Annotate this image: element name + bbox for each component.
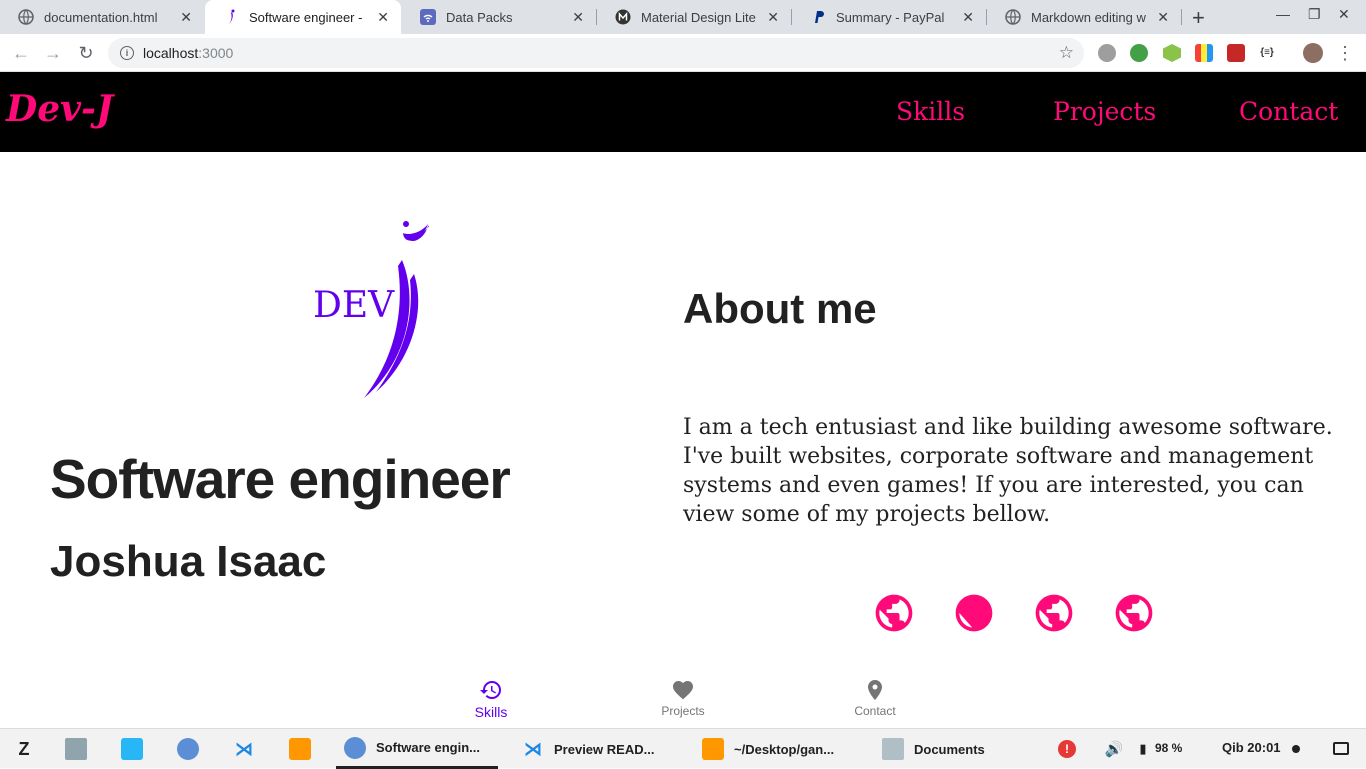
vscode-icon: ⋊	[524, 738, 542, 759]
close-window-icon[interactable]: ✕	[1338, 6, 1350, 23]
globe-icon	[18, 9, 34, 25]
globe-link-icon[interactable]	[1032, 591, 1076, 635]
globe-link-icon[interactable]	[952, 591, 996, 635]
close-tab-icon[interactable]: ✕	[1157, 9, 1169, 26]
software-store-icon[interactable]	[121, 738, 143, 760]
extension-gear-icon[interactable]	[1098, 44, 1116, 62]
menu-kebab-icon[interactable]: ⋮	[1332, 40, 1358, 66]
dev-logo: DEV	[313, 221, 429, 398]
site-brand[interactable]: Dev-J	[6, 88, 113, 130]
tab-material-design-lite[interactable]: Material Design Lite ✕	[597, 0, 791, 34]
nav-contact[interactable]: Contact	[1239, 97, 1338, 126]
close-tab-icon[interactable]: ✕	[180, 9, 192, 26]
json-extension-icon[interactable]: {≡}	[1258, 44, 1276, 62]
red-extension-icon[interactable]	[1227, 44, 1245, 62]
close-tab-icon[interactable]: ✕	[377, 9, 389, 26]
minimize-icon[interactable]: —	[1276, 6, 1290, 22]
material-m-icon	[615, 9, 631, 25]
globe-link-icon[interactable]	[872, 591, 916, 635]
os-taskbar: Z ⋊ Software engin... ⋊ Preview READ... …	[0, 728, 1366, 769]
vscode-icon[interactable]: ⋊	[233, 738, 255, 760]
role-heading: Software engineer	[50, 448, 511, 510]
location-pin-icon	[868, 680, 882, 700]
about-paragraph: I am a tech entusiast and like building …	[683, 415, 1333, 527]
folder-icon	[882, 738, 904, 760]
zorin-menu-icon[interactable]: Z	[13, 738, 35, 760]
browser-toolbar: ← → ↻ i localhost:3000 ☆ {≡} ⋮	[0, 34, 1366, 72]
battery-icon[interactable]: ▮	[1132, 738, 1154, 760]
taskbar-app-sublime[interactable]: ~/Desktop/gan...	[702, 729, 862, 769]
sublime-icon[interactable]	[289, 738, 311, 760]
back-arrow-icon[interactable]: ←	[8, 40, 34, 66]
files-icon[interactable]	[65, 738, 87, 760]
close-tab-icon[interactable]: ✕	[572, 9, 584, 26]
bottom-nav-contact-label: Contact	[854, 704, 896, 718]
globe-link-icon[interactable]	[1112, 591, 1156, 635]
bottom-nav-projects[interactable]: Projects	[623, 678, 743, 722]
battery-percent: 98 %	[1155, 741, 1183, 755]
volume-icon[interactable]: 🔊	[1103, 738, 1125, 760]
name-heading: Joshua Isaac	[50, 537, 327, 586]
dev-logo-icon	[223, 9, 239, 25]
taskbar-app-vscode[interactable]: ⋊ Preview READ...	[522, 729, 682, 769]
nodejs-extension-icon[interactable]	[1163, 44, 1181, 62]
show-desktop-icon[interactable]	[1333, 742, 1349, 755]
notification-dot	[1292, 745, 1300, 753]
tab-data-packs[interactable]: Data Packs ✕	[402, 0, 596, 34]
heart-icon	[673, 681, 693, 700]
sublime-icon	[702, 738, 724, 760]
browser-tab-strip: documentation.html ✕ Software engineer -…	[0, 0, 1366, 34]
bottom-nav-projects-label: Projects	[661, 704, 705, 718]
about-heading: About me	[683, 285, 877, 332]
bookmark-star-icon[interactable]: ☆	[1059, 43, 1074, 63]
logo-text: DEV	[313, 285, 395, 326]
paypal-icon	[810, 9, 826, 25]
nav-projects[interactable]: Projects	[1053, 97, 1156, 126]
profile-avatar[interactable]	[1303, 43, 1323, 63]
tab-paypal[interactable]: Summary - PayPal ✕	[792, 0, 986, 34]
bottom-nav-skills-label: Skills	[474, 704, 508, 720]
chromium-icon	[344, 736, 366, 759]
restore-icon[interactable]: ❐	[1308, 6, 1321, 23]
bottom-nav-skills[interactable]: Skills	[431, 678, 551, 722]
extension-globe-icon[interactable]	[1130, 44, 1148, 62]
tab-documentation[interactable]: documentation.html ✕	[0, 0, 204, 34]
site-info-icon[interactable]: i	[120, 46, 134, 60]
alert-icon[interactable]: !	[1058, 740, 1076, 758]
tab-markdown-editing[interactable]: Markdown editing w ✕	[987, 0, 1181, 34]
wifi-icon	[420, 9, 436, 25]
address-bar[interactable]: i localhost:3000 ☆	[108, 38, 1084, 68]
clock[interactable]: Qib 20:01	[1222, 740, 1281, 755]
forward-arrow-icon[interactable]: →	[40, 40, 66, 66]
taskbar-app-browser[interactable]: Software engin...	[336, 729, 498, 769]
tab-separator	[1181, 9, 1182, 25]
chromium-icon[interactable]	[177, 738, 199, 760]
tab-software-engineer[interactable]: Software engineer - ✕	[205, 0, 401, 34]
history-icon	[480, 681, 501, 699]
site-header: Dev-J Skills Projects Contact	[0, 72, 1366, 152]
close-tab-icon[interactable]: ✕	[962, 9, 974, 26]
close-tab-icon[interactable]: ✕	[767, 9, 779, 26]
new-tab-button[interactable]: +	[1192, 5, 1205, 31]
bottom-nav-contact[interactable]: Contact	[815, 678, 935, 722]
globe-icon	[1005, 9, 1021, 25]
nav-skills[interactable]: Skills	[896, 97, 965, 126]
reload-icon[interactable]: ↻	[73, 40, 99, 66]
taskbar-app-documents[interactable]: Documents	[882, 729, 1022, 769]
color-picker-extension-icon[interactable]	[1195, 44, 1213, 62]
